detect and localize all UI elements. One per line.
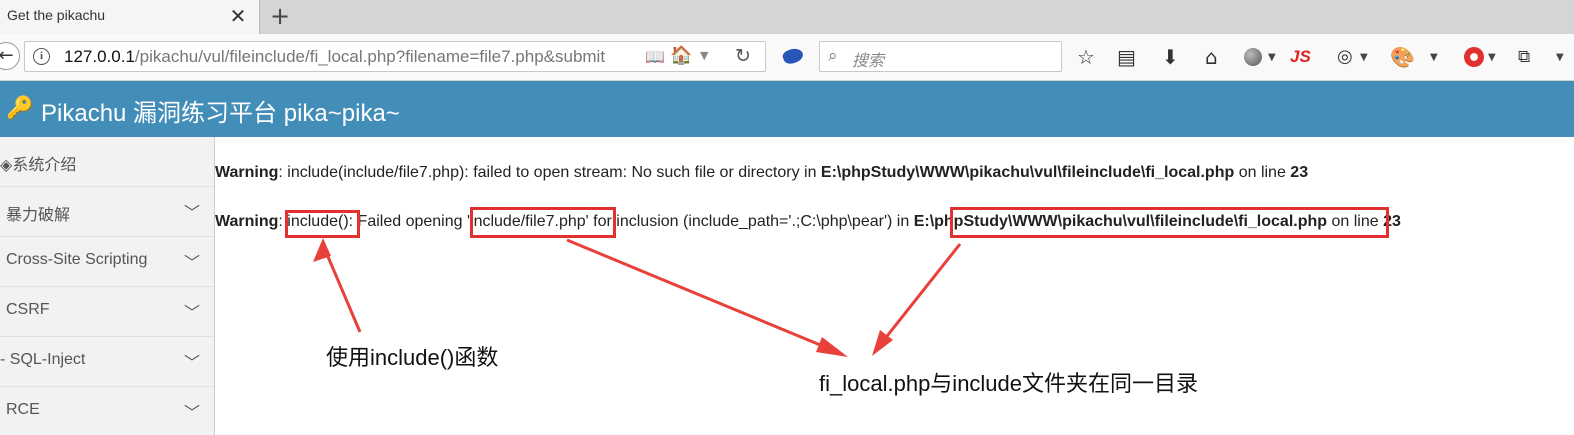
annotation-same-directory: fi_local.php与include文件夹在同一目录 (819, 371, 1199, 396)
arrow-to-path (874, 243, 962, 351)
annotation-function: 使用include()函数 (326, 345, 499, 370)
arrow-head-file (816, 337, 848, 357)
arrow-to-function (321, 244, 362, 333)
arrow-to-file (566, 238, 843, 356)
annotation-arrows (313, 238, 962, 357)
